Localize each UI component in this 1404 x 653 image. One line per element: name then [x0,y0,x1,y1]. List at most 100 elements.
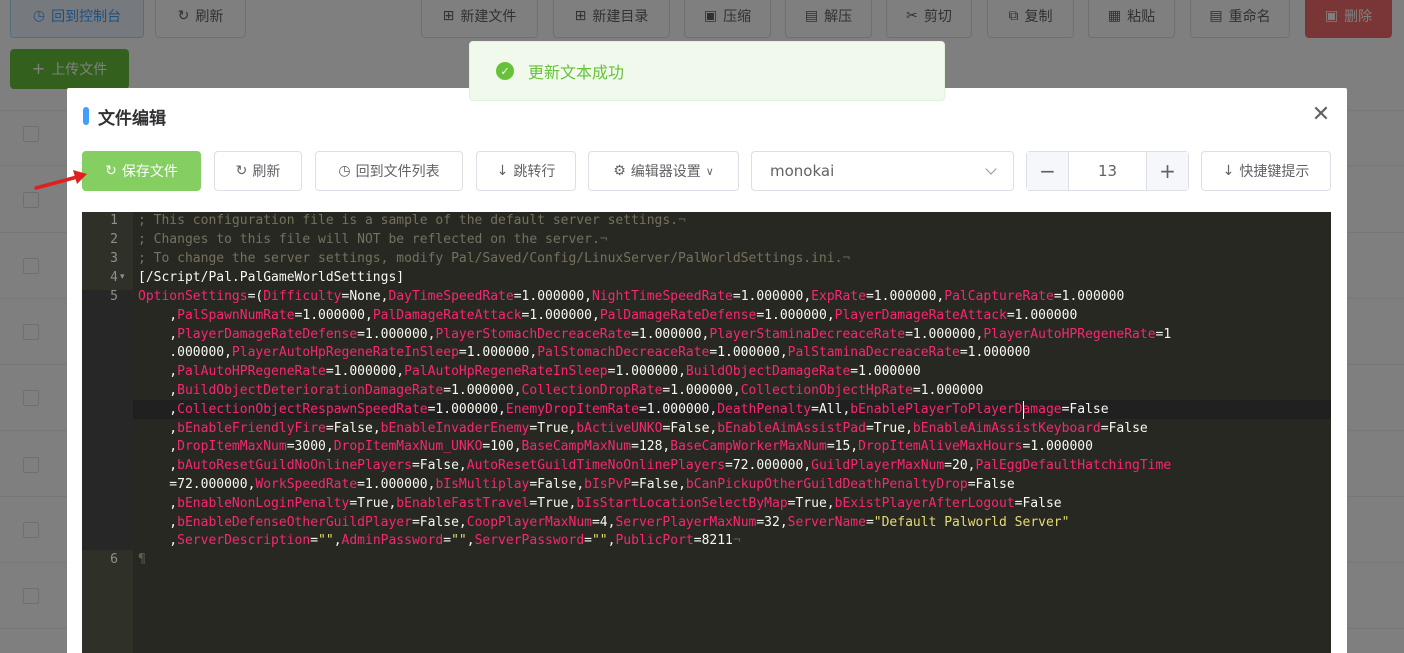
string-value: "" [318,533,334,549]
code-wrap-row: ,CollectionObjectRespawnSpeedRate=1.0000… [138,401,1171,420]
line-number: 6 [110,552,118,567]
code-text: =1.000000, [638,401,718,417]
setting-key: bEnableAimAssistPad [717,420,866,436]
setting-key: bEnableDefenseOtherGuildPlayer [177,514,412,530]
code-text: =False, [411,514,467,530]
code-text: =1.000000, [756,307,835,323]
code-text: =False [1061,401,1109,417]
code-text: , [138,439,178,455]
setting-key: bEnablePlayerToPlayerDamage [850,401,1062,417]
code-text: =1.000000, [357,476,436,492]
code-wrap-row: ,bEnableFriendlyFire=False,bEnableInvade… [138,420,1171,439]
code-text: = [310,533,319,549]
code-text: , [138,326,178,342]
setting-key: Difficulty [263,289,342,304]
goto-line-button[interactable]: ↓ 跳转行 [476,151,576,191]
code-text: =1.000000 [1053,289,1125,304]
comment-text: ; This configuration file is a sample of… [138,213,679,228]
code-text: =1 [1155,326,1172,342]
code-text: = [865,514,874,530]
setting-key: bCanPickupOtherGuildDeathPenaltyDrop [685,476,968,492]
back-to-file-list-label: 回到文件列表 [355,164,440,180]
code-text: =100, [482,439,522,455]
setting-key: bEnableAimAssistKeyboard [912,420,1101,436]
setting-key: DropItemMaxNum [177,439,287,455]
setting-key: PalAutoHPRegeneRate [177,364,326,380]
code-text: , [138,533,178,549]
setting-key: PlayerDamageRateDefense [177,326,358,342]
setting-key: PublicPort [615,533,694,549]
setting-key: PalCaptureRate [944,289,1054,304]
refresh-button[interactable]: ↻ 刷新 [214,151,302,191]
setting-key: PalStomachDecreaceRate [537,345,710,361]
setting-key: PalDamageRateAttack [372,307,522,323]
code-text: =128, [631,439,671,455]
setting-key: BaseCampMaxNum [521,439,632,455]
code-editor[interactable]: 1 2 3 4 ▾ 5 6 ; This configuration file … [82,212,1331,653]
code-text: =True, [529,420,577,436]
code-wrap-row: .000000,PlayerAutoHpRegeneRateInSleep=1.… [138,344,1171,363]
setting-key: PalStaminaDecreaceRate [787,345,960,361]
code-text: =1.000000, [662,382,741,398]
refresh-icon: ↻ [105,163,117,179]
code-line-6: ¶ [138,552,146,567]
code-text: =1.000000 [959,345,1031,361]
refresh-icon: ↻ [235,163,248,179]
setting-key: ServerPassword [474,533,585,549]
arrow-down-icon: ↓ [496,163,509,179]
shortcuts-hint-button[interactable]: ↓ 快捷键提示 [1201,151,1331,191]
code-line-3: ; To change the server settings, modify … [138,251,851,266]
code-wrap-row: ,DropItemMaxNum=3000,DropItemMaxNum_UNKO… [138,438,1171,457]
back-to-file-list-button[interactable]: ◷ 回到文件列表 [315,151,463,191]
toast-message: 更新文本成功 [528,63,625,82]
fold-arrow-icon[interactable]: ▾ [120,272,125,282]
code-text: , [138,514,178,530]
decrease-button[interactable]: − [1027,152,1069,190]
title-accent-bar [83,107,89,125]
setting-key: WorkSpeedRate [255,476,358,492]
setting-key: PalDamageRateDefense [599,307,757,323]
active-line-gutter [82,290,133,550]
setting-key: ExpRate [811,289,866,304]
save-file-button[interactable]: ↻ 保存文件 [82,151,201,191]
setting-key: BuildObjectDamageRate [685,364,851,380]
text-cursor [1023,401,1024,419]
dialog-title: 文件编辑 [98,109,166,129]
theme-select[interactable]: monokai [751,151,1014,191]
setting-key: bIsPvP [584,476,632,492]
code-text: , [138,458,178,474]
setting-key: CollectionObjectHpRate [740,382,913,398]
code-text: =All, [811,401,851,417]
code-text: =15, [826,439,859,455]
string-value: "Default Palworld Server" [873,514,1070,530]
file-edit-dialog: 文件编辑 ✕ ↻ 保存文件 ↻ 刷新 ◷ 回到文件列表 ↓ 跳转行 ⚙ 编辑器设… [67,88,1347,653]
code-text: , [138,420,178,436]
font-size-value[interactable]: 13 [1069,152,1146,190]
code-text: = [443,533,452,549]
line-number: 3 [110,251,118,266]
editor-settings-dropdown[interactable]: ⚙ 编辑器设置 ∨ [588,151,739,191]
line-number: 2 [110,232,118,247]
code-text: = [584,533,592,549]
code-text: =False [967,476,1015,492]
code-wrap-row: ,bEnableNonLoginPenalty=True,bEnableFast… [138,495,1171,514]
code-text: =True, [529,495,577,511]
setting-key: ServerName [787,514,866,530]
code-text: , [138,382,178,398]
code-line-1: ; This configuration file is a sample of… [138,213,686,228]
close-icon[interactable]: ✕ [1310,104,1332,126]
code-wrap-row: =72.000000,WorkSpeedRate=1.000000,bIsMul… [138,476,1171,495]
check-circle-icon: ✓ [496,62,514,80]
setting-key: EnemyDropItemRate [505,401,639,417]
code-wrap-row: ,PalAutoHPRegeneRate=1.000000,PalAutoHpR… [138,363,1171,382]
font-size-stepper: − 13 + [1026,151,1189,191]
code-text: =( [247,289,264,304]
increase-button[interactable]: + [1146,152,1188,190]
code-text: =1.000000, [521,307,600,323]
code-text: =False, [411,458,467,474]
refresh-label: 刷新 [252,164,281,180]
code-wrap-row: ,ServerDescription="",AdminPassword="",S… [138,533,741,549]
setting-key: DropItemMaxNum_UNKO [333,439,483,455]
setting-key: AdminPassword [341,533,444,549]
gear-icon: ⚙ [613,163,626,179]
